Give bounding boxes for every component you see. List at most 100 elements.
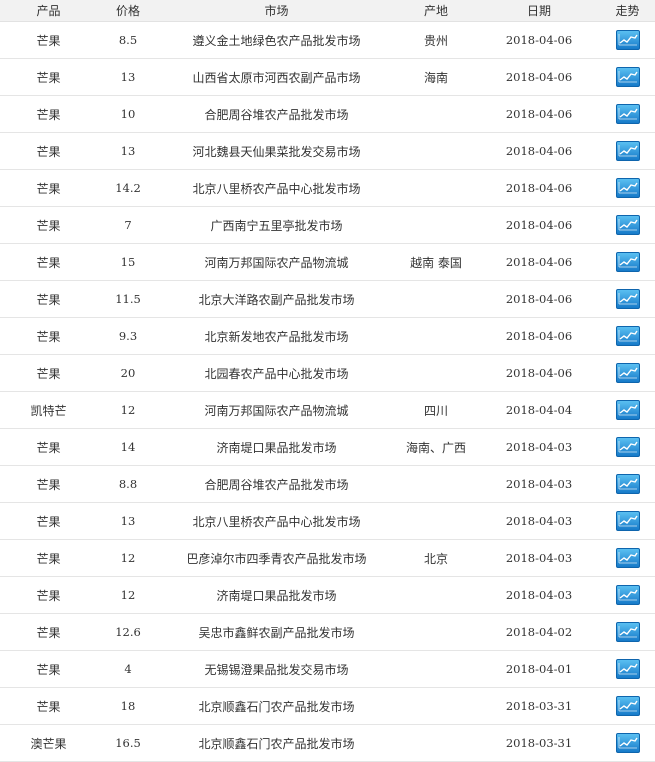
cell-origin xyxy=(394,502,478,540)
cell-product: 芒果 xyxy=(0,169,97,207)
cell-date: 2018-04-03 xyxy=(478,539,600,577)
cell-date: 2018-04-06 xyxy=(478,169,600,207)
cell-price: 15 xyxy=(97,243,159,281)
table-row: 芒果 12 济南堤口果品批发市场 2018-04-03 xyxy=(0,576,655,614)
cell-price: 7 xyxy=(97,206,159,244)
cell-price: 12 xyxy=(97,576,159,614)
table-row: 芒果 15 河南万邦国际农产品物流城 越南 泰国 2018-04-06 xyxy=(0,243,655,281)
cell-price: 13 xyxy=(97,58,159,96)
trend-chart-icon[interactable] xyxy=(615,326,640,346)
cell-origin xyxy=(394,280,478,318)
table-row: 芒果 20 北园春农产品中心批发市场 2018-04-06 xyxy=(0,354,655,392)
cell-price: 9.3 xyxy=(97,317,159,355)
cell-origin xyxy=(394,132,478,170)
cell-trend xyxy=(600,317,655,355)
cell-product: 凯特芒 xyxy=(0,391,97,429)
trend-chart-icon[interactable] xyxy=(615,585,640,605)
cell-market: 济南堤口果品批发市场 xyxy=(159,576,394,614)
table-row: 芒果 11.5 北京大洋路农副产品批发市场 2018-04-06 xyxy=(0,280,655,318)
cell-origin xyxy=(394,206,478,244)
cell-trend xyxy=(600,428,655,466)
price-table: 产品 价格 市场 产地 日期 走势 芒果 8.5 遵义金土地绿色农产品批发市场 贵州 2… xyxy=(0,0,655,762)
cell-price: 12 xyxy=(97,391,159,429)
trend-chart-icon[interactable] xyxy=(615,67,640,87)
cell-date: 2018-04-06 xyxy=(478,132,600,170)
cell-origin: 四川 xyxy=(394,391,478,429)
cell-market: 河南万邦国际农产品物流城 xyxy=(159,391,394,429)
cell-market: 北园春农产品中心批发市场 xyxy=(159,354,394,392)
cell-price: 12.6 xyxy=(97,613,159,651)
trend-chart-icon[interactable] xyxy=(615,178,640,198)
cell-price: 18 xyxy=(97,687,159,725)
trend-chart-icon[interactable] xyxy=(615,141,640,161)
cell-trend xyxy=(600,465,655,503)
trend-chart-icon[interactable] xyxy=(615,289,640,309)
cell-market: 广西南宁五里亭批发市场 xyxy=(159,206,394,244)
cell-product: 芒果 xyxy=(0,613,97,651)
trend-chart-icon[interactable] xyxy=(615,215,640,235)
cell-market: 北京顺鑫石门农产品批发市场 xyxy=(159,687,394,725)
trend-chart-icon[interactable] xyxy=(615,104,640,124)
cell-price: 11.5 xyxy=(97,280,159,318)
table-row: 芒果 4 无锡锡澄果品批发交易市场 2018-04-01 xyxy=(0,650,655,688)
cell-product: 芒果 xyxy=(0,132,97,170)
table-row: 芒果 7 广西南宁五里亭批发市场 2018-04-06 xyxy=(0,206,655,244)
header-market: 市场 xyxy=(159,0,394,22)
cell-product: 芒果 xyxy=(0,243,97,281)
cell-price: 13 xyxy=(97,502,159,540)
cell-product: 芒果 xyxy=(0,650,97,688)
cell-price: 12 xyxy=(97,539,159,577)
cell-date: 2018-04-06 xyxy=(478,95,600,133)
cell-date: 2018-04-01 xyxy=(478,650,600,688)
trend-chart-icon[interactable] xyxy=(615,659,640,679)
cell-trend xyxy=(600,502,655,540)
header-trend: 走势 xyxy=(600,0,655,22)
cell-origin xyxy=(394,687,478,725)
cell-market: 合肥周谷堆农产品批发市场 xyxy=(159,95,394,133)
cell-date: 2018-04-06 xyxy=(478,206,600,244)
trend-chart-icon[interactable] xyxy=(615,474,640,494)
cell-market: 河南万邦国际农产品物流城 xyxy=(159,243,394,281)
trend-chart-icon[interactable] xyxy=(615,437,640,457)
table-header-row: 产品 价格 市场 产地 日期 走势 xyxy=(0,0,655,22)
header-product: 产品 xyxy=(0,0,97,22)
cell-product: 芒果 xyxy=(0,354,97,392)
cell-price: 10 xyxy=(97,95,159,133)
trend-chart-icon[interactable] xyxy=(615,622,640,642)
trend-chart-icon[interactable] xyxy=(615,400,640,420)
cell-market: 吴忠市鑫鲜农副产品批发市场 xyxy=(159,613,394,651)
cell-date: 2018-04-06 xyxy=(478,354,600,392)
table-row: 芒果 13 山西省太原市河西农副产品市场 海南 2018-04-06 xyxy=(0,58,655,96)
cell-trend xyxy=(600,169,655,207)
cell-price: 8.5 xyxy=(97,21,159,59)
header-price: 价格 xyxy=(97,0,159,22)
trend-chart-icon[interactable] xyxy=(615,363,640,383)
trend-chart-icon[interactable] xyxy=(615,511,640,531)
cell-product: 芒果 xyxy=(0,539,97,577)
trend-chart-icon[interactable] xyxy=(615,733,640,753)
trend-chart-icon[interactable] xyxy=(615,252,640,272)
cell-price: 8.8 xyxy=(97,465,159,503)
cell-trend xyxy=(600,132,655,170)
cell-price: 14.2 xyxy=(97,169,159,207)
cell-market: 河北魏县天仙果菜批发交易市场 xyxy=(159,132,394,170)
cell-product: 芒果 xyxy=(0,21,97,59)
cell-market: 无锡锡澄果品批发交易市场 xyxy=(159,650,394,688)
table-row: 芒果 8.8 合肥周谷堆农产品批发市场 2018-04-03 xyxy=(0,465,655,503)
cell-market: 北京八里桥农产品中心批发市场 xyxy=(159,169,394,207)
cell-price: 13 xyxy=(97,132,159,170)
cell-origin xyxy=(394,465,478,503)
table-row: 芒果 13 河北魏县天仙果菜批发交易市场 2018-04-06 xyxy=(0,132,655,170)
trend-chart-icon[interactable] xyxy=(615,30,640,50)
cell-origin: 贵州 xyxy=(394,21,478,59)
cell-origin xyxy=(394,317,478,355)
cell-origin: 海南 xyxy=(394,58,478,96)
cell-trend xyxy=(600,576,655,614)
cell-date: 2018-04-03 xyxy=(478,576,600,614)
trend-chart-icon[interactable] xyxy=(615,548,640,568)
cell-date: 2018-04-06 xyxy=(478,58,600,96)
trend-chart-icon[interactable] xyxy=(615,696,640,716)
cell-origin xyxy=(394,354,478,392)
cell-trend xyxy=(600,95,655,133)
cell-trend xyxy=(600,650,655,688)
